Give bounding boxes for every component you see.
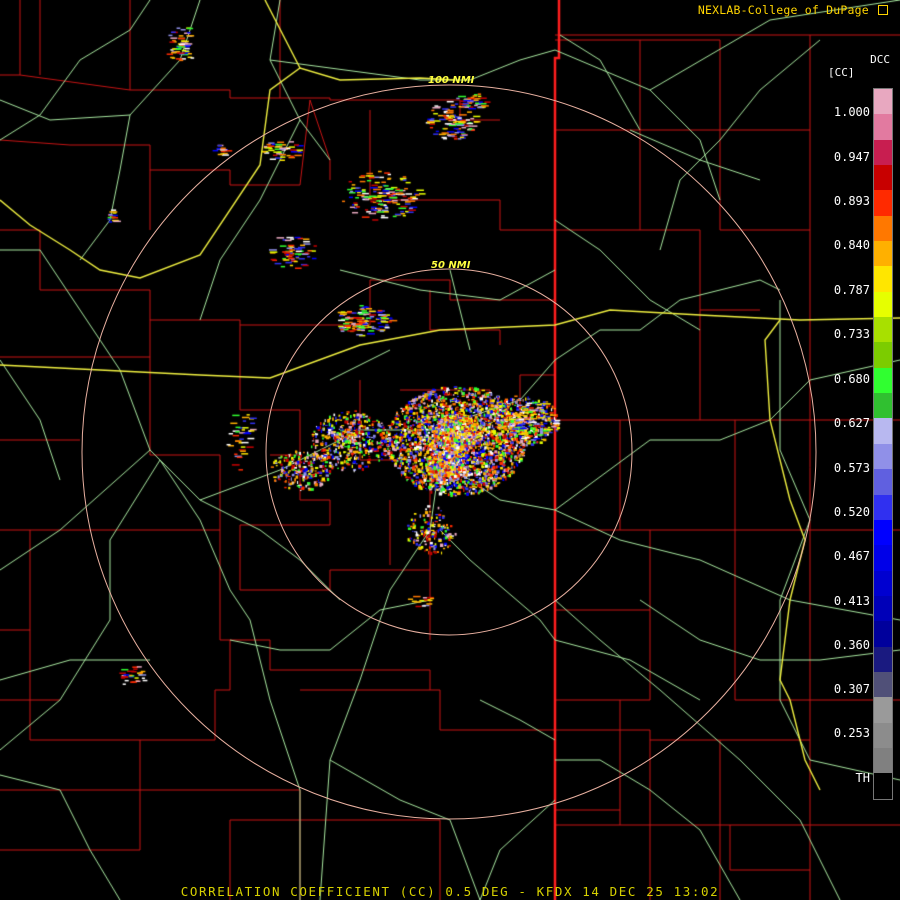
credit-text: NEXLAB-College of DuPage bbox=[697, 3, 869, 17]
color-scale-tick-label: 0.520 bbox=[833, 505, 870, 519]
color-scale-segment bbox=[874, 89, 892, 115]
color-scale-segment bbox=[874, 621, 892, 647]
color-scale-segment bbox=[874, 671, 892, 698]
color-scale-segment bbox=[874, 722, 892, 748]
product-caption: CORRELATION COEFFICIENT (CC) 0.5 DEG - K… bbox=[180, 884, 720, 899]
color-scale-segment bbox=[874, 317, 892, 343]
color-scale-segment bbox=[874, 519, 892, 546]
color-scale-tick-label: 0.947 bbox=[833, 150, 870, 164]
color-scale-segment bbox=[874, 545, 892, 571]
color-scale-segment bbox=[874, 241, 892, 267]
color-scale-tick-label: 0.840 bbox=[833, 238, 870, 252]
color-scale-segment bbox=[874, 291, 892, 318]
color-scale-tick-label: 0.733 bbox=[833, 327, 870, 341]
color-scale-segment bbox=[874, 469, 892, 495]
nexlab-credit: NEXLAB-College of DuPage bbox=[698, 3, 888, 17]
color-scale-tick-label: 0.413 bbox=[833, 594, 870, 608]
range-ring-50 bbox=[265, 268, 633, 636]
color-scale-segment bbox=[874, 190, 892, 216]
color-scale-segment bbox=[874, 697, 892, 723]
credit-logo-icon bbox=[878, 5, 888, 15]
range-ring-label-50: 50 NMI bbox=[431, 260, 471, 271]
color-scale-segment bbox=[874, 215, 892, 242]
color-scale-segment bbox=[874, 494, 892, 520]
range-ring-label-100: 100 NMI bbox=[428, 75, 475, 86]
color-scale-tick-label: 0.787 bbox=[833, 283, 870, 297]
color-scale-tick-label: 0.893 bbox=[833, 194, 870, 208]
color-scale-segment bbox=[874, 443, 892, 470]
color-scale-tick-label: 0.627 bbox=[833, 416, 870, 430]
color-scale-tick-label: TH bbox=[855, 771, 870, 785]
color-scale-tick-label: 1.000 bbox=[833, 105, 870, 119]
color-scale-segment bbox=[874, 342, 892, 368]
range-ring-100 bbox=[81, 84, 817, 820]
color-scale-tick-label: 0.680 bbox=[833, 372, 870, 386]
color-scale-bar bbox=[873, 88, 893, 800]
color-scale-segment bbox=[874, 139, 892, 166]
color-scale-segment bbox=[874, 266, 892, 292]
color-scale-segment bbox=[874, 418, 892, 444]
color-scale-tick-label: 0.467 bbox=[833, 549, 870, 563]
color-scale-segment bbox=[874, 595, 892, 622]
color-scale-segment bbox=[874, 747, 892, 774]
legend-product-name: DCC bbox=[870, 53, 890, 66]
color-scale-tick-label: 0.307 bbox=[833, 682, 870, 696]
color-scale-segment bbox=[874, 646, 892, 672]
range-ring-overlay: 100 NMI 50 NMI bbox=[81, 75, 817, 820]
color-scale-segment bbox=[874, 570, 892, 596]
color-scale-tick-label: 0.573 bbox=[833, 461, 870, 475]
color-scale-segment bbox=[874, 114, 892, 140]
legend-title: DCC [CC] bbox=[828, 53, 890, 79]
color-scale-segment bbox=[874, 393, 892, 419]
legend-short-name: [CC] bbox=[828, 66, 855, 79]
color-scale-segment bbox=[874, 367, 892, 394]
color-scale-tick-label: 0.360 bbox=[833, 638, 870, 652]
color-scale-tick-label: 0.253 bbox=[833, 726, 870, 740]
color-scale-segment bbox=[874, 165, 892, 191]
color-scale-segment bbox=[874, 773, 892, 799]
